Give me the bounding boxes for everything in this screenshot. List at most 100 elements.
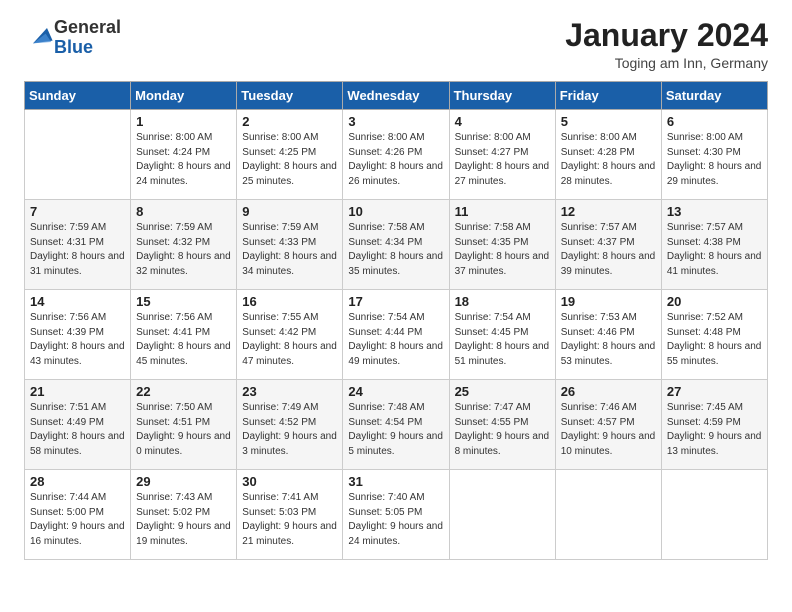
day-info-28: Sunrise: 7:44 AM Sunset: 5:00 PM Dayligh… [30, 491, 125, 549]
day-info-16: Sunrise: 7:55 AM Sunset: 4:42 PM Dayligh… [242, 311, 337, 369]
day-info-8: Sunrise: 7:59 AM Sunset: 4:32 PM Dayligh… [136, 221, 231, 279]
col-monday: Monday [131, 82, 237, 110]
cell-w1-d1: 8 Sunrise: 7:59 AM Sunset: 4:32 PM Daylig… [131, 200, 237, 290]
day-info-3: Sunrise: 8:00 AM Sunset: 4:26 PM Dayligh… [348, 131, 443, 189]
logo-general: General [54, 17, 121, 37]
col-wednesday: Wednesday [343, 82, 449, 110]
day-info-15: Sunrise: 7:56 AM Sunset: 4:41 PM Dayligh… [136, 311, 231, 369]
day-number-11: 11 [455, 204, 550, 219]
cell-w4-d5 [555, 470, 661, 560]
day-number-25: 25 [455, 384, 550, 399]
cell-w0-d0 [25, 110, 131, 200]
day-info-4: Sunrise: 8:00 AM Sunset: 4:27 PM Dayligh… [455, 131, 550, 189]
col-sunday: Sunday [25, 82, 131, 110]
day-info-6: Sunrise: 8:00 AM Sunset: 4:30 PM Dayligh… [667, 131, 762, 189]
cell-w4-d2: 30Sunrise: 7:41 AM Sunset: 5:03 PM Dayli… [237, 470, 343, 560]
day-number-3: 3 [348, 114, 443, 129]
day-number-19: 19 [561, 294, 656, 309]
day-info-17: Sunrise: 7:54 AM Sunset: 4:44 PM Dayligh… [348, 311, 443, 369]
day-info-27: Sunrise: 7:45 AM Sunset: 4:59 PM Dayligh… [667, 401, 762, 459]
day-number-9: 9 [242, 204, 337, 219]
week-row-1: 7 Sunrise: 7:59 AM Sunset: 4:31 PM Daylig… [25, 200, 768, 290]
day-number-27: 27 [667, 384, 762, 399]
cell-w2-d6: 20Sunrise: 7:52 AM Sunset: 4:48 PM Dayli… [661, 290, 767, 380]
title-block: January 2024 Toging am Inn, Germany [565, 18, 768, 71]
cell-w0-d4: 4 Sunrise: 8:00 AM Sunset: 4:27 PM Daylig… [449, 110, 555, 200]
day-info-31: Sunrise: 7:40 AM Sunset: 5:05 PM Dayligh… [348, 491, 443, 549]
cell-w3-d3: 24 Sunrise: 7:48 AM Sunset: 4:54 PM Dayli… [343, 380, 449, 470]
day-number-17: 17 [348, 294, 443, 309]
cell-w3-d6: 27 Sunrise: 7:45 AM Sunset: 4:59 PM Dayli… [661, 380, 767, 470]
logo: General Blue [24, 18, 121, 58]
cell-w2-d2: 16 Sunrise: 7:55 AM Sunset: 4:42 PM Dayli… [237, 290, 343, 380]
cell-w2-d0: 14 Sunrise: 7:56 AM Sunset: 4:39 PM Dayli… [25, 290, 131, 380]
week-row-4: 28Sunrise: 7:44 AM Sunset: 5:00 PM Dayli… [25, 470, 768, 560]
day-number-13: 13 [667, 204, 762, 219]
cell-w3-d2: 23 Sunrise: 7:49 AM Sunset: 4:52 PM Dayli… [237, 380, 343, 470]
day-number-31: 31 [348, 474, 443, 489]
day-number-1: 1 [136, 114, 231, 129]
cell-w4-d0: 28Sunrise: 7:44 AM Sunset: 5:00 PM Dayli… [25, 470, 131, 560]
cell-w0-d3: 3 Sunrise: 8:00 AM Sunset: 4:26 PM Daylig… [343, 110, 449, 200]
cell-w4-d1: 29 Sunrise: 7:43 AM Sunset: 5:02 PM Dayli… [131, 470, 237, 560]
cell-w0-d6: 6 Sunrise: 8:00 AM Sunset: 4:30 PM Daylig… [661, 110, 767, 200]
day-number-24: 24 [348, 384, 443, 399]
day-info-10: Sunrise: 7:58 AM Sunset: 4:34 PM Dayligh… [348, 221, 443, 279]
week-row-3: 21 Sunrise: 7:51 AM Sunset: 4:49 PM Dayli… [25, 380, 768, 470]
cell-w4-d3: 31 Sunrise: 7:40 AM Sunset: 5:05 PM Dayli… [343, 470, 449, 560]
day-number-20: 20 [667, 294, 762, 309]
cell-w2-d5: 19Sunrise: 7:53 AM Sunset: 4:46 PM Dayli… [555, 290, 661, 380]
day-number-15: 15 [136, 294, 231, 309]
cell-w3-d1: 22Sunrise: 7:50 AM Sunset: 4:51 PM Dayli… [131, 380, 237, 470]
cell-w4-d6 [661, 470, 767, 560]
col-thursday: Thursday [449, 82, 555, 110]
day-info-1: Sunrise: 8:00 AM Sunset: 4:24 PM Dayligh… [136, 131, 231, 189]
day-number-30: 30 [242, 474, 337, 489]
month-title: January 2024 [565, 18, 768, 53]
day-info-7: Sunrise: 7:59 AM Sunset: 4:31 PM Dayligh… [30, 221, 125, 279]
cell-w3-d4: 25Sunrise: 7:47 AM Sunset: 4:55 PM Dayli… [449, 380, 555, 470]
col-friday: Friday [555, 82, 661, 110]
day-info-21: Sunrise: 7:51 AM Sunset: 4:49 PM Dayligh… [30, 401, 125, 459]
day-info-2: Sunrise: 8:00 AM Sunset: 4:25 PM Dayligh… [242, 131, 337, 189]
location: Toging am Inn, Germany [565, 55, 768, 71]
day-number-6: 6 [667, 114, 762, 129]
day-info-12: Sunrise: 7:57 AM Sunset: 4:37 PM Dayligh… [561, 221, 656, 279]
cell-w2-d1: 15 Sunrise: 7:56 AM Sunset: 4:41 PM Dayli… [131, 290, 237, 380]
day-number-22: 22 [136, 384, 231, 399]
logo-text: General Blue [54, 18, 121, 58]
cell-w0-d5: 5 Sunrise: 8:00 AM Sunset: 4:28 PM Daylig… [555, 110, 661, 200]
week-row-0: 1 Sunrise: 8:00 AM Sunset: 4:24 PM Daylig… [25, 110, 768, 200]
logo-blue: Blue [54, 37, 93, 57]
calendar-table: Sunday Monday Tuesday Wednesday Thursday… [24, 81, 768, 560]
day-info-13: Sunrise: 7:57 AM Sunset: 4:38 PM Dayligh… [667, 221, 762, 279]
day-number-21: 21 [30, 384, 125, 399]
cell-w0-d2: 2Sunrise: 8:00 AM Sunset: 4:25 PM Daylig… [237, 110, 343, 200]
day-number-29: 29 [136, 474, 231, 489]
cell-w1-d2: 9 Sunrise: 7:59 AM Sunset: 4:33 PM Daylig… [237, 200, 343, 290]
day-number-14: 14 [30, 294, 125, 309]
day-info-26: Sunrise: 7:46 AM Sunset: 4:57 PM Dayligh… [561, 401, 656, 459]
calendar-header-row: Sunday Monday Tuesday Wednesday Thursday… [25, 82, 768, 110]
col-saturday: Saturday [661, 82, 767, 110]
day-number-18: 18 [455, 294, 550, 309]
col-tuesday: Tuesday [237, 82, 343, 110]
day-number-8: 8 [136, 204, 231, 219]
day-info-18: Sunrise: 7:54 AM Sunset: 4:45 PM Dayligh… [455, 311, 550, 369]
day-number-10: 10 [348, 204, 443, 219]
day-info-29: Sunrise: 7:43 AM Sunset: 5:02 PM Dayligh… [136, 491, 231, 549]
day-number-7: 7 [30, 204, 125, 219]
day-info-24: Sunrise: 7:48 AM Sunset: 4:54 PM Dayligh… [348, 401, 443, 459]
day-number-23: 23 [242, 384, 337, 399]
cell-w2-d3: 17 Sunrise: 7:54 AM Sunset: 4:44 PM Dayli… [343, 290, 449, 380]
day-info-23: Sunrise: 7:49 AM Sunset: 4:52 PM Dayligh… [242, 401, 337, 459]
day-info-5: Sunrise: 8:00 AM Sunset: 4:28 PM Dayligh… [561, 131, 656, 189]
day-info-9: Sunrise: 7:59 AM Sunset: 4:33 PM Dayligh… [242, 221, 337, 279]
cell-w4-d4 [449, 470, 555, 560]
page: General Blue January 2024 Toging am Inn,… [0, 0, 792, 612]
day-number-5: 5 [561, 114, 656, 129]
cell-w3-d5: 26Sunrise: 7:46 AM Sunset: 4:57 PM Dayli… [555, 380, 661, 470]
day-number-4: 4 [455, 114, 550, 129]
day-info-14: Sunrise: 7:56 AM Sunset: 4:39 PM Dayligh… [30, 311, 125, 369]
day-number-16: 16 [242, 294, 337, 309]
